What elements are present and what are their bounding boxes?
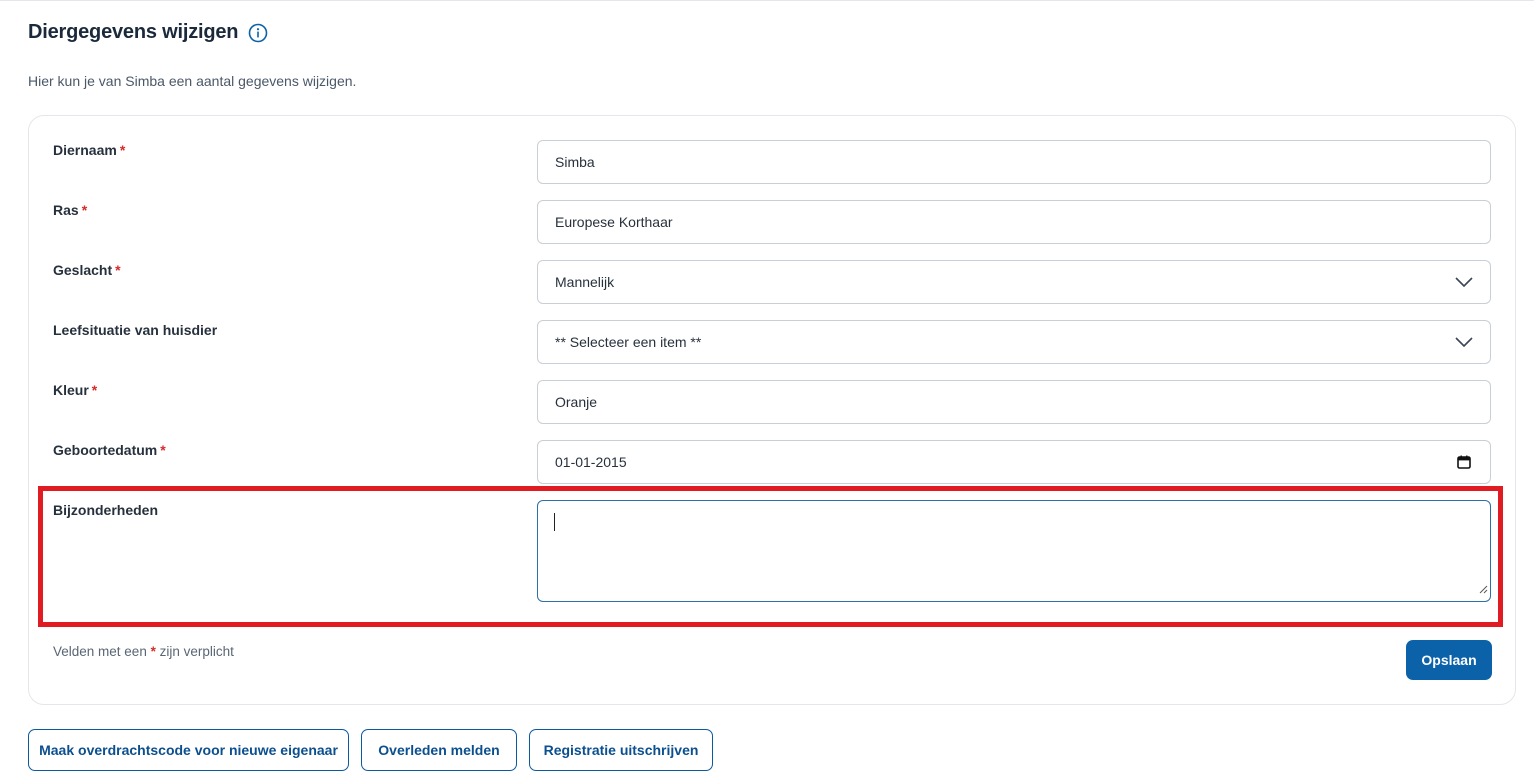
field-label-bijzonderheden: Bijzonderheden — [53, 502, 159, 518]
required-marker: * — [160, 442, 166, 458]
kleur-input[interactable]: Oranje — [537, 380, 1491, 424]
field-label-geslacht: Geslacht * — [53, 262, 121, 278]
geslacht-value: Mannelijk — [555, 274, 615, 290]
report-deceased-button[interactable]: Overleden melden — [361, 729, 517, 771]
resize-handle-icon[interactable] — [1479, 581, 1488, 599]
leefsituatie-value: ** Selecteer een item ** — [555, 334, 702, 350]
top-divider — [0, 0, 1534, 1]
required-marker: * — [91, 382, 98, 398]
page-header: Diergegevens wijzigen — [28, 21, 268, 44]
required-marker: * — [81, 202, 88, 218]
field-label-diernaam: Diernaam * — [53, 142, 126, 158]
field-label-ras: Ras * — [53, 202, 88, 218]
required-marker: * — [115, 262, 121, 278]
unregister-button[interactable]: Registratie uitschrijven — [529, 729, 713, 771]
kleur-value: Oranje — [555, 394, 598, 410]
ras-input[interactable]: Europese Korthaar — [537, 200, 1491, 244]
text-cursor — [554, 513, 555, 531]
required-marker: * — [119, 142, 126, 158]
ras-value: Europese Korthaar — [555, 214, 673, 230]
transfer-code-button[interactable]: Maak overdrachtscode voor nieuwe eigenaa… — [28, 729, 349, 771]
leefsituatie-select[interactable]: ** Selecteer een item ** — [537, 320, 1491, 364]
required-fields-note: Velden met een * zijn verplicht — [53, 644, 234, 659]
field-label-geboortedatum: Geboortedatum * — [53, 442, 166, 458]
page-title: Diergegevens wijzigen — [28, 21, 239, 43]
intro-text: Hier kun je van Simba een aantal gegeven… — [28, 73, 357, 89]
field-label-leefsituatie: Leefsituatie van huisdier — [53, 322, 218, 338]
chevron-down-icon — [1442, 321, 1486, 363]
pet-details-form: Diernaam * Simba Ras * Europese Korthaar G… — [28, 115, 1516, 705]
required-marker: * — [150, 644, 156, 659]
chevron-down-icon — [1442, 261, 1486, 303]
field-label-kleur: Kleur * — [53, 382, 98, 398]
geboortedatum-input[interactable]: 01-01-2015 — [537, 440, 1491, 484]
geslacht-select[interactable]: Mannelijk — [537, 260, 1491, 304]
diernaam-input[interactable]: Simba — [537, 140, 1491, 184]
bijzonderheden-textarea[interactable] — [537, 500, 1491, 602]
calendar-icon[interactable] — [1442, 441, 1486, 483]
diernaam-value: Simba — [555, 154, 595, 170]
info-icon[interactable] — [248, 23, 268, 43]
save-button[interactable]: Opslaan — [1406, 640, 1492, 680]
geboortedatum-value: 01-01-2015 — [555, 454, 627, 470]
